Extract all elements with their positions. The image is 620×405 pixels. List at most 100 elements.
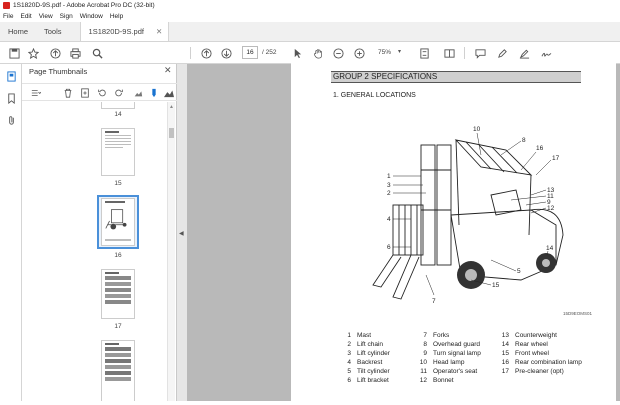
legend-text: Lift cylinder bbox=[357, 350, 390, 357]
tab-document[interactable]: 1S1820D-9S.pdf ✕ bbox=[79, 22, 170, 41]
callout-17: 17 bbox=[552, 155, 560, 162]
legend-number: 7 bbox=[423, 332, 427, 339]
legend-item: 13 Counterweight bbox=[497, 332, 557, 339]
legend-item: 7 Forks bbox=[415, 332, 449, 339]
thumbnail-page[interactable] bbox=[101, 269, 135, 319]
scrollbar-thumb[interactable] bbox=[169, 128, 174, 138]
legend-item: 12 Bonnet bbox=[415, 377, 454, 384]
thumbnail-page-label: 14 bbox=[114, 111, 122, 118]
legend-number: 6 bbox=[347, 377, 351, 384]
legend-item: 10 Head lamp bbox=[415, 359, 465, 366]
next-page-icon[interactable] bbox=[219, 46, 233, 60]
zoom-dropdown-icon[interactable]: ▾ bbox=[398, 48, 401, 55]
delete-page-icon[interactable] bbox=[62, 87, 73, 98]
thumbnail-forklift-icon bbox=[105, 209, 127, 230]
select-cursor-icon[interactable] bbox=[290, 46, 304, 60]
thumbnail-page[interactable] bbox=[101, 128, 135, 176]
menu-help[interactable]: Help bbox=[110, 13, 123, 20]
sign-icon[interactable] bbox=[539, 46, 553, 60]
hand-tool-icon[interactable] bbox=[311, 46, 325, 60]
thumbnail-size-large-icon[interactable] bbox=[163, 87, 174, 98]
tab-tools[interactable]: Tools bbox=[36, 22, 70, 41]
page-thumbnails-panel: Page Thumbnails ✕ 14 15 16 17 bbox=[22, 64, 177, 401]
legend-number: 11 bbox=[420, 368, 427, 375]
legend-number: 16 bbox=[501, 359, 509, 366]
close-tab-icon[interactable]: ✕ bbox=[156, 27, 162, 36]
bookmark-icon[interactable] bbox=[5, 92, 17, 104]
thumbnail-scrollbar[interactable]: ▲ bbox=[167, 102, 175, 401]
legend-number: 14 bbox=[501, 341, 509, 348]
callout-1: 1 bbox=[387, 173, 391, 180]
page-total: / 252 bbox=[262, 49, 277, 56]
menu-edit[interactable]: Edit bbox=[20, 13, 31, 20]
tab-home-label: Home bbox=[8, 27, 29, 36]
legend-number: 12 bbox=[419, 377, 427, 384]
menu-window[interactable]: Window bbox=[80, 13, 103, 20]
callout-16: 16 bbox=[536, 145, 544, 152]
legend-text: Forks bbox=[433, 332, 450, 339]
rotate-right-icon[interactable] bbox=[113, 87, 124, 98]
legend-item: 1 Mast bbox=[339, 332, 371, 339]
thumbnail-page[interactable] bbox=[101, 340, 135, 401]
highlight-icon[interactable] bbox=[517, 46, 531, 60]
zoom-out-icon[interactable] bbox=[331, 46, 345, 60]
zoom-in-icon[interactable] bbox=[352, 46, 366, 60]
insert-page-icon[interactable] bbox=[79, 87, 90, 98]
callout-8: 8 bbox=[522, 137, 526, 144]
tab-home[interactable]: Home bbox=[0, 22, 36, 41]
scroll-up-icon[interactable]: ▲ bbox=[169, 104, 174, 110]
thumbnail-page[interactable] bbox=[101, 102, 135, 109]
thumbnail-page-label: 17 bbox=[114, 323, 122, 330]
tab-document-label: 1S1820D-9S.pdf bbox=[88, 27, 144, 36]
collapse-panel-icon[interactable]: ◀ bbox=[179, 230, 184, 237]
document-viewer[interactable]: GROUP 2 SPECIFICATIONS 1. GENERAL LOCATI… bbox=[187, 60, 620, 405]
thumbnail-page-label: 15 bbox=[114, 180, 122, 187]
callout-5: 5 bbox=[517, 268, 521, 275]
toolbar-divider bbox=[464, 47, 465, 59]
comment-icon[interactable] bbox=[473, 46, 487, 60]
tab-tools-label: Tools bbox=[44, 27, 62, 36]
legend-number: 3 bbox=[347, 350, 351, 357]
star-icon[interactable] bbox=[26, 46, 40, 60]
legend-text: Front wheel bbox=[515, 350, 549, 357]
save-icon[interactable] bbox=[7, 46, 21, 60]
legend-number: 8 bbox=[423, 341, 427, 348]
legend-number: 15 bbox=[501, 350, 509, 357]
previous-page-icon[interactable] bbox=[199, 46, 213, 60]
menu-view[interactable]: View bbox=[39, 13, 53, 20]
legend-item: 16 Rear combination lamp bbox=[497, 359, 582, 366]
legend-item: 5 Tilt cylinder bbox=[339, 368, 390, 375]
view-options-icon[interactable] bbox=[442, 46, 456, 60]
attachment-icon[interactable] bbox=[5, 114, 17, 126]
page-number-input[interactable]: 16 bbox=[242, 46, 258, 59]
legend-text: Counterweight bbox=[515, 332, 557, 339]
legend-number: 2 bbox=[347, 341, 351, 348]
thumbnail-size-small-icon[interactable] bbox=[132, 87, 143, 98]
options-menu-icon[interactable] bbox=[30, 87, 41, 98]
callout-6: 6 bbox=[387, 244, 391, 251]
legend-number: 5 bbox=[347, 368, 351, 375]
menu-sign[interactable]: Sign bbox=[60, 13, 73, 20]
close-panel-icon[interactable]: ✕ bbox=[164, 65, 172, 76]
thumbnail-size-slider-icon[interactable] bbox=[148, 87, 159, 98]
thumbnail-page-selected[interactable] bbox=[101, 198, 135, 246]
legend-text: Pre-cleaner (opt) bbox=[515, 368, 564, 375]
legend-text: Head lamp bbox=[433, 359, 465, 366]
legend-item: 4 Backrest bbox=[339, 359, 382, 366]
upload-icon[interactable] bbox=[48, 46, 62, 60]
callout-4: 4 bbox=[387, 216, 391, 223]
print-icon[interactable] bbox=[68, 46, 82, 60]
pen-icon[interactable] bbox=[495, 46, 509, 60]
callout-15: 15 bbox=[492, 282, 500, 289]
zoom-level[interactable]: 75% bbox=[378, 49, 391, 56]
page-fit-icon[interactable] bbox=[417, 46, 431, 60]
callout-10: 10 bbox=[473, 126, 481, 133]
menu-file[interactable]: File bbox=[3, 13, 13, 20]
panel-toolbar bbox=[22, 83, 177, 101]
page-thumbnails-icon[interactable] bbox=[5, 70, 17, 82]
search-icon[interactable] bbox=[90, 46, 104, 60]
legend-text: Lift chain bbox=[357, 341, 384, 348]
rotate-left-icon[interactable] bbox=[96, 87, 107, 98]
panel-gutter: ◀ bbox=[177, 64, 187, 401]
legend-text: Tilt cylinder bbox=[357, 368, 390, 375]
